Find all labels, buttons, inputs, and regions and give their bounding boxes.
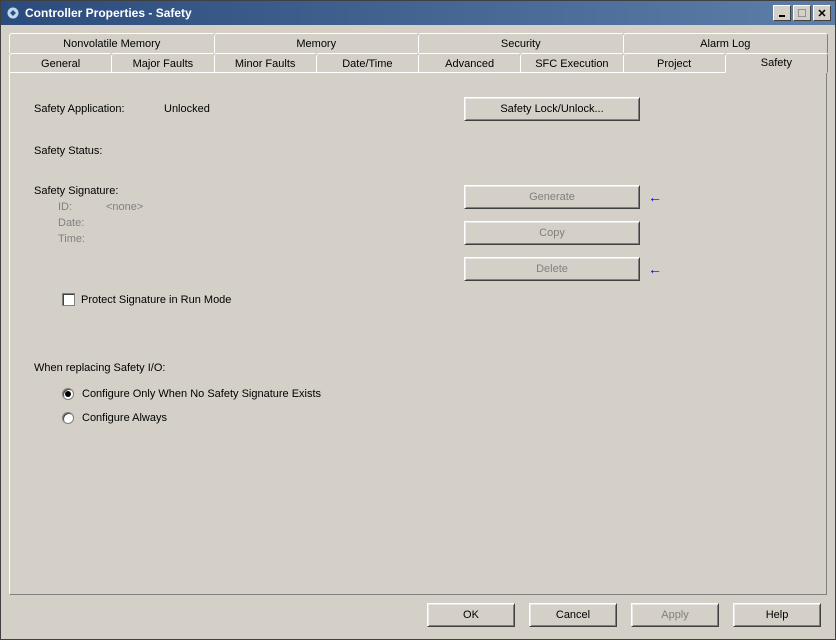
replace-io-label: When replacing Safety I/O: xyxy=(34,362,802,374)
safety-signature-label: Safety Signature: xyxy=(34,185,464,197)
arrow-icon: ← xyxy=(648,261,662,277)
radio-configure-only[interactable] xyxy=(62,388,74,400)
tab-project[interactable]: Project xyxy=(623,53,726,73)
tab-advanced[interactable]: Advanced xyxy=(418,53,521,73)
tab-minor-faults[interactable]: Minor Faults xyxy=(214,53,317,73)
apply-button[interactable]: Apply xyxy=(631,603,719,627)
titlebar: Controller Properties - Safety xyxy=(1,1,835,25)
copy-button[interactable]: Copy xyxy=(464,221,640,245)
tab-memory[interactable]: Memory xyxy=(214,33,420,53)
maximize-button[interactable] xyxy=(793,5,811,21)
safety-application-value: Unlocked xyxy=(164,103,424,115)
dialog-buttons: OK Cancel Apply Help xyxy=(9,595,827,631)
minimize-button[interactable] xyxy=(773,5,791,21)
safety-lock-unlock-button[interactable]: Safety Lock/Unlock... xyxy=(464,97,640,121)
radio-configure-always[interactable] xyxy=(62,412,74,424)
tabrow-lower: General Major Faults Minor Faults Date/T… xyxy=(9,53,827,73)
protect-signature-checkbox[interactable] xyxy=(62,293,75,306)
help-button[interactable]: Help xyxy=(733,603,821,627)
tab-sfc-execution[interactable]: SFC Execution xyxy=(520,53,623,73)
cancel-button[interactable]: Cancel xyxy=(529,603,617,627)
tabrow-upper: Nonvolatile Memory Memory Security Alarm… xyxy=(9,33,827,53)
ok-button[interactable]: OK xyxy=(427,603,515,627)
tab-safety[interactable]: Safety xyxy=(725,53,828,73)
window: Controller Properties - Safety Nonvolati… xyxy=(0,0,836,640)
signature-id-label: ID: xyxy=(58,201,106,213)
protect-signature-label: Protect Signature in Run Mode xyxy=(81,294,231,306)
tab-panel: Nonvolatile Memory Memory Security Alarm… xyxy=(9,33,827,595)
tab-security[interactable]: Security xyxy=(418,33,624,53)
tab-general[interactable]: General xyxy=(9,53,112,73)
tab-major-faults[interactable]: Major Faults xyxy=(111,53,214,73)
safety-application-label: Safety Application: xyxy=(34,103,164,115)
content: Nonvolatile Memory Memory Security Alarm… xyxy=(1,25,835,639)
close-button[interactable] xyxy=(813,5,831,21)
safety-status-label: Safety Status: xyxy=(34,145,102,157)
generate-button[interactable]: Generate xyxy=(464,185,640,209)
window-title: Controller Properties - Safety xyxy=(25,6,771,20)
radio-configure-only-label: Configure Only When No Safety Signature … xyxy=(82,388,321,400)
tab-date-time[interactable]: Date/Time xyxy=(316,53,419,73)
delete-button[interactable]: Delete xyxy=(464,257,640,281)
app-icon xyxy=(5,5,21,21)
window-buttons xyxy=(771,5,831,21)
radio-configure-always-label: Configure Always xyxy=(82,412,167,424)
signature-time-label: Time: xyxy=(58,233,106,245)
arrow-icon: ← xyxy=(648,189,662,205)
tab-body-safety: Safety Application: Unlocked Safety Lock… xyxy=(9,72,827,595)
tab-nonvolatile-memory[interactable]: Nonvolatile Memory xyxy=(9,33,215,53)
tab-alarm-log[interactable]: Alarm Log xyxy=(623,33,829,53)
signature-id-value: <none> xyxy=(106,201,143,213)
signature-date-label: Date: xyxy=(58,217,106,229)
